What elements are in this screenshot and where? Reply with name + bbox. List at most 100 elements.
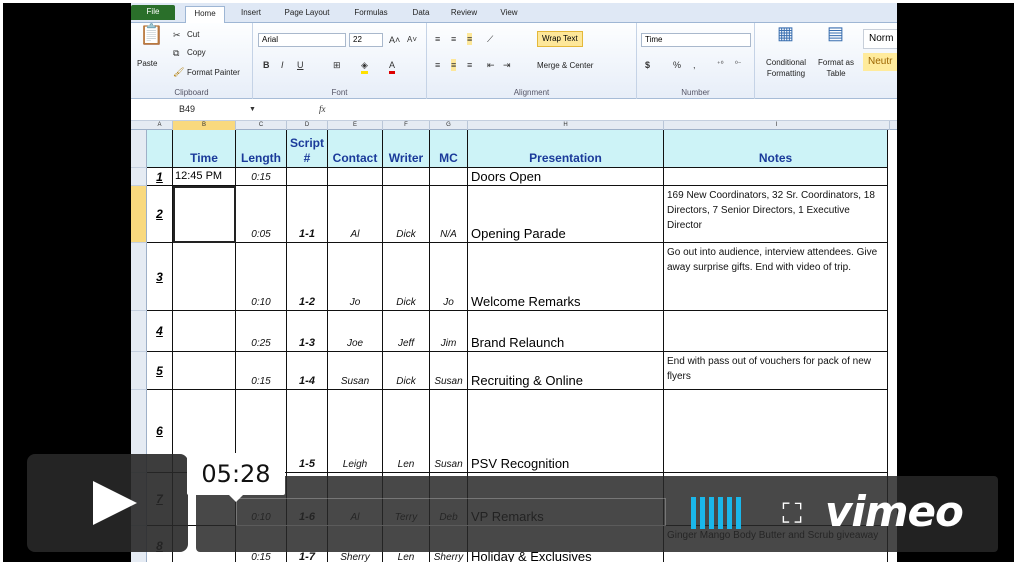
cell-contact[interactable] — [328, 168, 383, 186]
col-header-h[interactable]: H — [468, 121, 664, 130]
comma-button[interactable]: , — [693, 59, 696, 71]
cell-notes[interactable] — [664, 168, 888, 186]
tab-review[interactable]: Review — [444, 6, 484, 23]
col-header-e[interactable]: E — [328, 121, 383, 130]
cell-length[interactable]: 0:05 — [236, 186, 287, 243]
shrink-font-icon[interactable]: A˅ — [407, 34, 417, 46]
fill-color-icon[interactable]: ◈ — [361, 59, 368, 74]
align-center-icon[interactable]: ≡ — [451, 59, 457, 71]
name-box-dropdown-icon[interactable]: ▼ — [249, 104, 256, 116]
cell-notes[interactable] — [664, 311, 888, 352]
col-header-d[interactable]: D — [287, 121, 328, 130]
cell-n[interactable]: 4 — [147, 311, 173, 352]
increase-indent-icon[interactable]: ⇥ — [503, 59, 511, 71]
cell-contact[interactable]: Al — [328, 186, 383, 243]
cell-length[interactable]: 0:15 — [236, 352, 287, 390]
tab-file[interactable]: File — [131, 5, 175, 20]
tab-view[interactable]: View — [489, 6, 529, 23]
cell-time[interactable] — [173, 311, 236, 352]
tab-insert[interactable]: Insert — [231, 6, 271, 23]
cell-writer[interactable]: Dick — [383, 243, 430, 311]
decrease-decimal-icon[interactable]: ⁰⁻ — [735, 59, 742, 71]
cell-notes[interactable] — [664, 390, 888, 473]
conditional-formatting-button[interactable]: Conditional Formatting — [761, 57, 811, 79]
increase-decimal-icon[interactable]: ⁺⁰ — [717, 59, 724, 71]
cell-length[interactable]: 0:10 — [236, 243, 287, 311]
merge-center-button[interactable]: Merge & Center — [537, 61, 593, 70]
style-normal[interactable]: Norm — [863, 29, 897, 49]
cell-presentation[interactable]: Brand Relaunch — [468, 311, 664, 352]
cell-script[interactable]: 1-3 — [287, 311, 328, 352]
cell-n[interactable]: 1 — [147, 168, 173, 186]
col-header-c[interactable]: C — [236, 121, 287, 130]
cell-time[interactable] — [173, 352, 236, 390]
col-header-g[interactable]: G — [430, 121, 468, 130]
cut-button[interactable]: Cut — [187, 30, 199, 39]
play-button[interactable] — [27, 454, 188, 552]
align-right-icon[interactable]: ≡ — [467, 59, 472, 71]
underline-button[interactable]: U — [297, 59, 304, 71]
cell-notes[interactable]: End with pass out of vouchers for pack o… — [664, 352, 888, 390]
cell-time[interactable]: 12:45 PM — [173, 168, 236, 186]
cell-script[interactable]: 1-1 — [287, 186, 328, 243]
cell-n[interactable]: 2 — [147, 186, 173, 243]
row-header[interactable] — [131, 168, 147, 186]
style-neutral[interactable]: Neutr — [863, 53, 897, 71]
cell-length[interactable]: 0:15 — [236, 168, 287, 186]
italic-button[interactable]: I — [281, 59, 284, 71]
cell-writer[interactable]: Dick — [383, 352, 430, 390]
col-header-b[interactable]: B — [173, 121, 236, 130]
cell-n[interactable]: 5 — [147, 352, 173, 390]
cell-notes[interactable]: 169 New Coordinators, 32 Sr. Coordinator… — [664, 186, 888, 243]
font-name-select[interactable]: Arial — [258, 33, 346, 47]
tab-data[interactable]: Data — [403, 6, 439, 23]
cell-mc[interactable] — [430, 168, 468, 186]
col-header-f[interactable]: F — [383, 121, 430, 130]
cell-contact[interactable]: Susan — [328, 352, 383, 390]
percent-button[interactable]: % — [673, 59, 681, 71]
cell-writer[interactable]: Dick — [383, 186, 430, 243]
cell-presentation[interactable]: Doors Open — [468, 168, 664, 186]
format-painter-button[interactable]: Format Painter — [187, 68, 240, 77]
cell-contact[interactable]: Jo — [328, 243, 383, 311]
wrap-text-button[interactable]: Wrap Text — [537, 31, 583, 47]
cell-length[interactable]: 0:25 — [236, 311, 287, 352]
cell-writer[interactable] — [383, 168, 430, 186]
cell-time[interactable] — [173, 186, 236, 243]
borders-icon[interactable]: ⊞ — [333, 59, 341, 71]
cell-script[interactable]: 1-5 — [287, 390, 328, 473]
cell-mc[interactable]: Jim — [430, 311, 468, 352]
row-header[interactable] — [131, 352, 147, 390]
cell-presentation[interactable]: Opening Parade — [468, 186, 664, 243]
cell-presentation[interactable]: Recruiting & Online — [468, 352, 664, 390]
font-size-select[interactable]: 22 — [349, 33, 383, 47]
tab-page-layout[interactable]: Page Layout — [277, 6, 337, 23]
font-color-icon[interactable]: A — [389, 59, 396, 74]
paste-button[interactable]: Paste — [137, 59, 157, 68]
col-header-i[interactable]: I — [664, 121, 890, 130]
cell-mc[interactable]: Susan — [430, 390, 468, 473]
cell-n[interactable]: 3 — [147, 243, 173, 311]
bold-button[interactable]: B — [263, 59, 270, 71]
align-bottom-icon[interactable]: ≡ — [467, 33, 473, 45]
tab-formulas[interactable]: Formulas — [346, 6, 396, 23]
cell-notes[interactable]: Go out into audience, interview attendee… — [664, 243, 888, 311]
orientation-icon[interactable]: ⟋ — [487, 33, 493, 45]
cell-time[interactable] — [173, 243, 236, 311]
cell-contact[interactable]: Leigh — [328, 390, 383, 473]
fullscreen-icon[interactable]: ⛶ — [776, 498, 808, 530]
cell-script[interactable] — [287, 168, 328, 186]
cell-mc[interactable]: Susan — [430, 352, 468, 390]
row-header[interactable] — [131, 243, 147, 311]
cell-mc[interactable]: N/A — [430, 186, 468, 243]
tab-home[interactable]: Home — [185, 6, 225, 24]
currency-button[interactable]: $ — [645, 59, 650, 71]
cell-contact[interactable]: Joe — [328, 311, 383, 352]
cell-presentation[interactable]: Welcome Remarks — [468, 243, 664, 311]
hd-icon[interactable] — [691, 497, 749, 529]
fx-button[interactable]: fx — [319, 103, 326, 115]
grow-font-icon[interactable]: A˄ — [389, 34, 400, 46]
col-header-a[interactable]: A — [147, 121, 173, 130]
cell-script[interactable]: 1-4 — [287, 352, 328, 390]
name-box[interactable]: B49 — [179, 104, 195, 114]
